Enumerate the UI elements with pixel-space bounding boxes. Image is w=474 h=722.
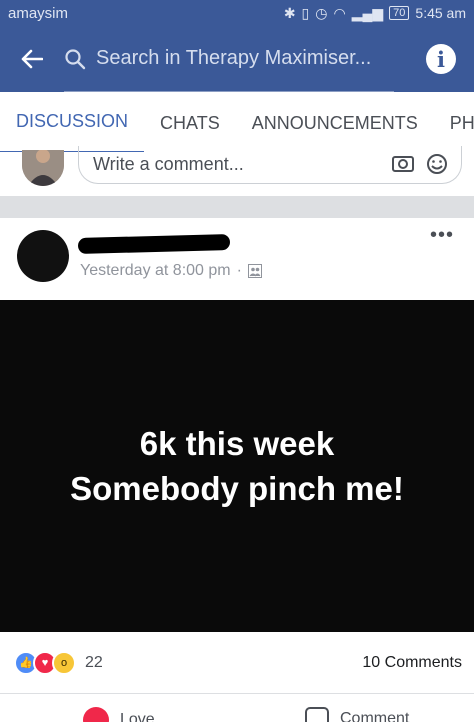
clock: 5:45 am [415, 5, 466, 21]
back-arrow-icon [21, 49, 43, 69]
avatar [22, 150, 64, 186]
group-members-icon [247, 264, 262, 278]
search-placeholder: Search in Therapy Maximiser... [96, 47, 372, 69]
group-tabs: DISCUSSION CHATS ANNOUNCEMENTS PHO [0, 92, 474, 154]
comment-placeholder: Write a comment... [93, 154, 244, 174]
camera-icon[interactable] [391, 155, 415, 175]
love-label: Love [120, 711, 155, 722]
feed-divider [0, 196, 474, 218]
bluetooth-icon: ✱ [283, 4, 296, 21]
info-icon[interactable]: i [426, 44, 456, 74]
reaction-icons[interactable]: 👍 ♥ o [14, 650, 76, 675]
reaction-count[interactable]: 22 [85, 654, 103, 672]
reaction-summary: 👍 ♥ o 22 10 Comments [0, 632, 474, 694]
comment-input[interactable]: Write a comment... [78, 146, 462, 184]
post-action-bar: Love Comment [0, 694, 474, 722]
post-card: Yesterday at 8:00 pm · ••• 6k this week … [0, 218, 474, 722]
comment-button[interactable]: Comment [304, 706, 409, 722]
back-button[interactable] [0, 26, 64, 92]
vibrate-icon: ▯ [301, 4, 310, 21]
comment-composer: Write a comment... [0, 146, 474, 196]
signal-icon: ▂▄▆ [351, 4, 384, 21]
avatar[interactable] [17, 230, 69, 282]
search-icon [65, 48, 86, 69]
carrier-label: amaysim [8, 4, 69, 22]
tab-discussion[interactable]: DISCUSSION [0, 92, 145, 154]
status-bar: amaysim ✱ ▯ ◷ ◠ ▂▄▆ 70 5:45 am [0, 0, 474, 26]
tab-announcements[interactable]: ANNOUNCEMENTS [236, 92, 434, 154]
wifi-icon: ◠ [333, 4, 346, 21]
post-image[interactable]: 6k this week Somebody pinch me! [0, 300, 474, 632]
post-text-line-1: 6k this week [139, 425, 335, 462]
comment-label: Comment [340, 710, 410, 722]
battery-icon: 70 [389, 6, 410, 20]
comment-icon [305, 707, 329, 722]
wow-reaction-icon: o [52, 650, 76, 675]
meta-separator: · [236, 262, 242, 279]
post-meta: Yesterday at 8:00 pm · [80, 262, 262, 280]
post-timestamp[interactable]: Yesterday at 8:00 pm [80, 262, 231, 280]
post-text-line-2: Somebody pinch me! [70, 470, 404, 507]
redacted-author-name [77, 234, 231, 254]
comments-count[interactable]: 10 Comments [362, 654, 462, 672]
tab-photos[interactable]: PHO [434, 92, 474, 154]
emoji-icon[interactable] [425, 153, 449, 176]
app-bar: Search in Therapy Maximiser... i [0, 26, 474, 92]
love-icon [83, 707, 109, 722]
love-button[interactable]: Love [82, 706, 155, 722]
group-search-input[interactable]: Search in Therapy Maximiser... [64, 26, 394, 92]
more-options-icon[interactable]: ••• [430, 225, 454, 245]
alarm-icon: ◷ [315, 4, 328, 21]
status-icons: ✱ ▯ ◷ ◠ ▂▄▆ 70 5:45 am [284, 5, 466, 22]
person-silhouette-icon [22, 150, 64, 186]
tab-chats[interactable]: CHATS [144, 92, 236, 154]
